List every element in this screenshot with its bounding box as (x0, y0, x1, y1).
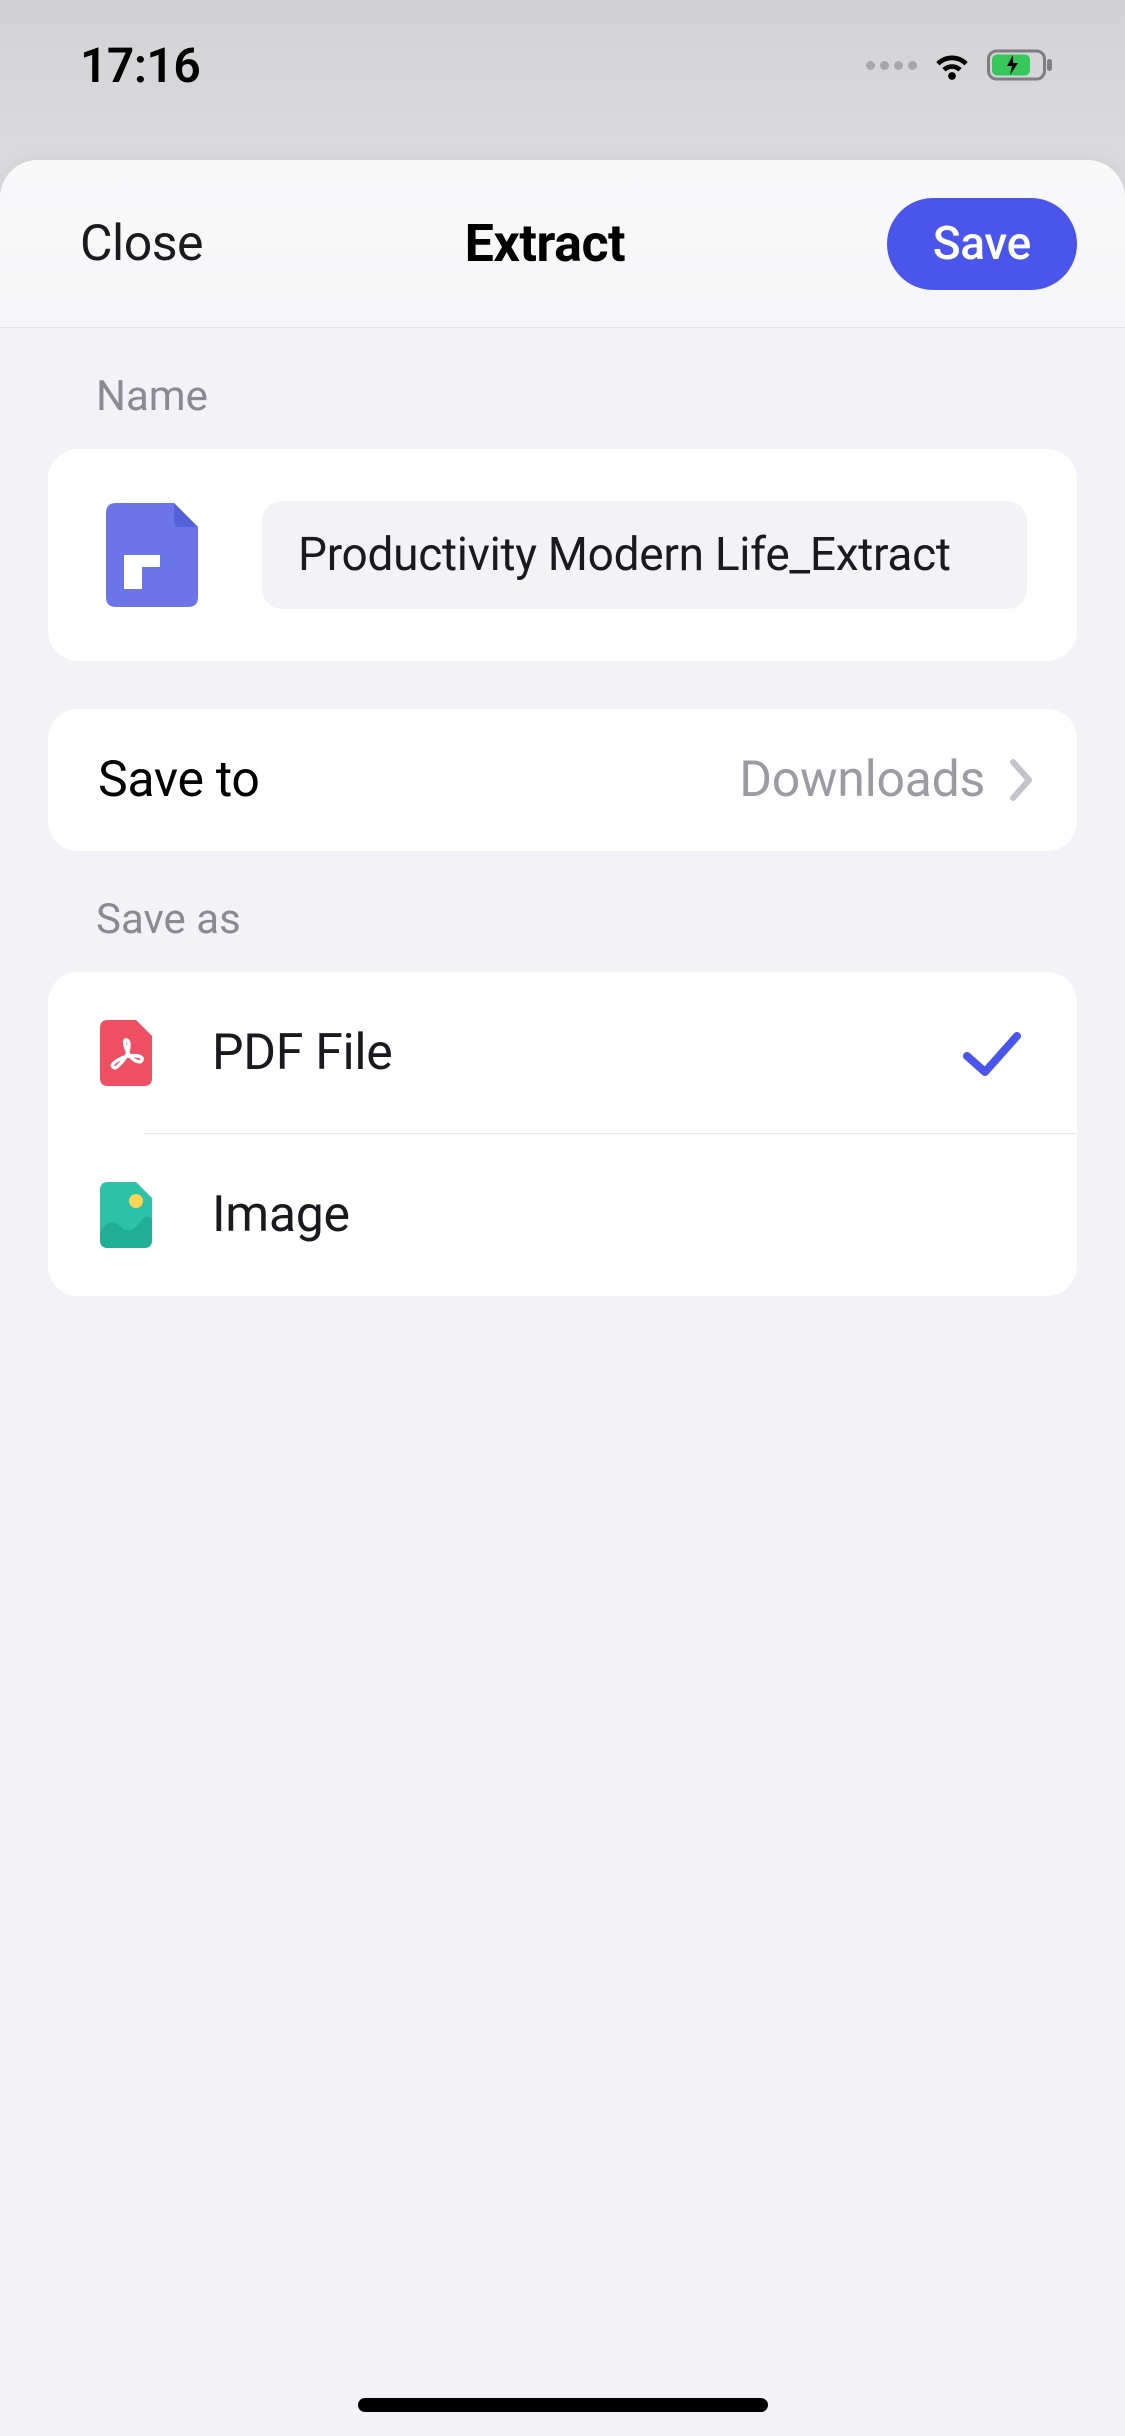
sheet-header: Close Extract Save (0, 160, 1125, 328)
format-image-label: Image (212, 1186, 1027, 1244)
wifi-icon (931, 44, 973, 86)
save-to-value: Downloads (739, 751, 985, 809)
checkmark-icon (957, 1018, 1027, 1088)
status-bar: 17:16 (0, 0, 1125, 160)
pdf-file-icon (96, 1018, 156, 1088)
file-name-input[interactable] (262, 501, 1027, 609)
sheet-title: Extract (465, 213, 626, 274)
save-to-row[interactable]: Save to Downloads (48, 709, 1077, 851)
save-as-section-label: Save as (48, 851, 1077, 972)
format-pdf-label: PDF File (212, 1024, 901, 1082)
file-doc-icon (98, 495, 206, 615)
chevron-right-icon (1009, 758, 1035, 802)
battery-charging-icon (987, 48, 1055, 82)
name-card (48, 449, 1077, 661)
extract-sheet: Close Extract Save Name Save to Download… (0, 160, 1125, 2436)
image-file-icon (96, 1180, 156, 1250)
home-indicator[interactable] (358, 2398, 768, 2412)
save-button[interactable]: Save (887, 198, 1077, 290)
save-as-card: PDF File Image (48, 972, 1077, 1296)
close-button[interactable]: Close (80, 215, 203, 273)
cellular-signal-icon (866, 61, 917, 70)
save-to-label: Save to (98, 751, 260, 809)
status-time: 17:16 (80, 37, 200, 94)
status-indicators (866, 44, 1055, 86)
format-image-row[interactable]: Image (48, 1134, 1077, 1296)
format-pdf-row[interactable]: PDF File (48, 972, 1077, 1134)
name-section-label: Name (48, 328, 1077, 449)
